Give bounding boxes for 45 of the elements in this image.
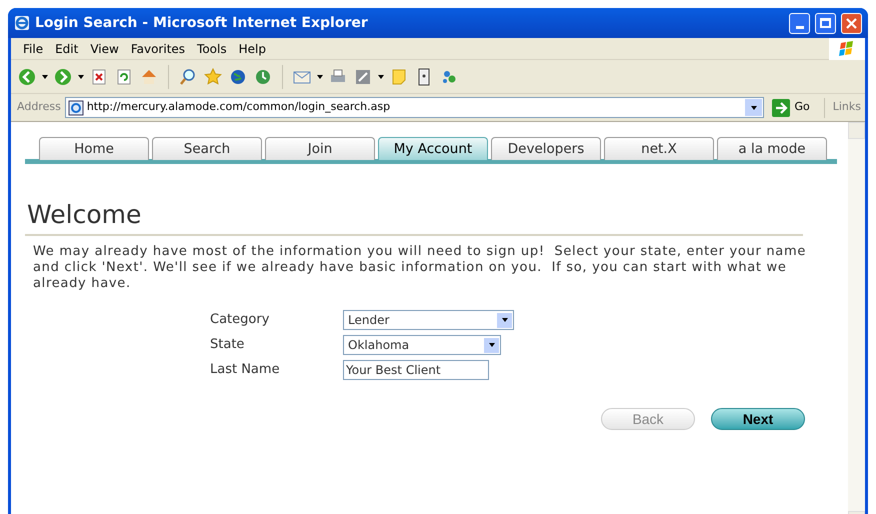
field-label: Last Name	[210, 361, 281, 380]
caret-icon[interactable]	[488, 343, 494, 347]
minimize-button[interactable]	[789, 12, 810, 34]
nav-tab[interactable]: Home	[39, 137, 149, 160]
caret-icon[interactable]	[502, 318, 508, 322]
select-field[interactable]: Oklahoma	[343, 335, 501, 355]
address-label: Address	[17, 99, 61, 116]
intro-paragraph: We may already have most of the information you will need to sign up! Select your state, enter your name and click 'Next'. We'll see if we already have basic information on you. If so, you can start with what we already have.	[32, 244, 808, 292]
nav-tab[interactable]: Search	[152, 137, 262, 160]
nav-tab[interactable]: Join	[265, 137, 375, 160]
menu-item[interactable]: Favorites	[124, 40, 192, 58]
windows-flag-icon	[829, 38, 865, 60]
nav-tab[interactable]: net.X	[604, 137, 714, 160]
select-field[interactable]: Lender	[343, 310, 514, 330]
page-heading: Welcome	[25, 200, 803, 236]
maximize-button[interactable]	[815, 12, 836, 34]
window-title: Login Search - Microsoft Internet Explorer	[35, 14, 369, 32]
dropdown-caret-icon[interactable]	[378, 74, 384, 78]
address-field[interactable]: http://mercury.alamode.com/common/login_search.asp	[64, 97, 764, 118]
next-button[interactable]: Next	[711, 408, 805, 430]
close-icon	[846, 18, 857, 28]
text-field[interactable]: Your Best Client	[343, 360, 489, 380]
arrow-icon	[772, 98, 790, 116]
nav-tab[interactable]: a la mode	[717, 137, 827, 160]
caret-icon[interactable]	[750, 106, 757, 110]
close-button[interactable]	[841, 12, 862, 34]
field-label: State	[210, 336, 246, 354]
url-text: http://mercury.alamode.com/common/login_search.asp	[86, 99, 392, 116]
field-label: Category	[210, 311, 270, 330]
scrollbar[interactable]	[848, 122, 865, 514]
nav-tab[interactable]: Developers	[491, 137, 601, 160]
dropdown-caret-icon[interactable]	[78, 74, 84, 78]
dropdown-button[interactable]	[745, 99, 762, 116]
go-button[interactable]: Go	[768, 98, 814, 116]
menu-item[interactable]: View	[84, 40, 125, 58]
menu-item[interactable]: Tools	[191, 40, 233, 58]
page-icon	[68, 100, 84, 116]
nav-tab[interactable]: My Account	[378, 137, 488, 160]
dropdown-caret-icon[interactable]	[317, 74, 323, 78]
browser-icon	[14, 15, 30, 31]
menu-item[interactable]: Edit	[49, 40, 84, 58]
menu-item[interactable]: File	[17, 40, 50, 58]
dropdown-caret-icon[interactable]	[42, 74, 48, 78]
menu-item[interactable]: Help	[232, 40, 272, 58]
star-icon[interactable]	[203, 66, 223, 86]
